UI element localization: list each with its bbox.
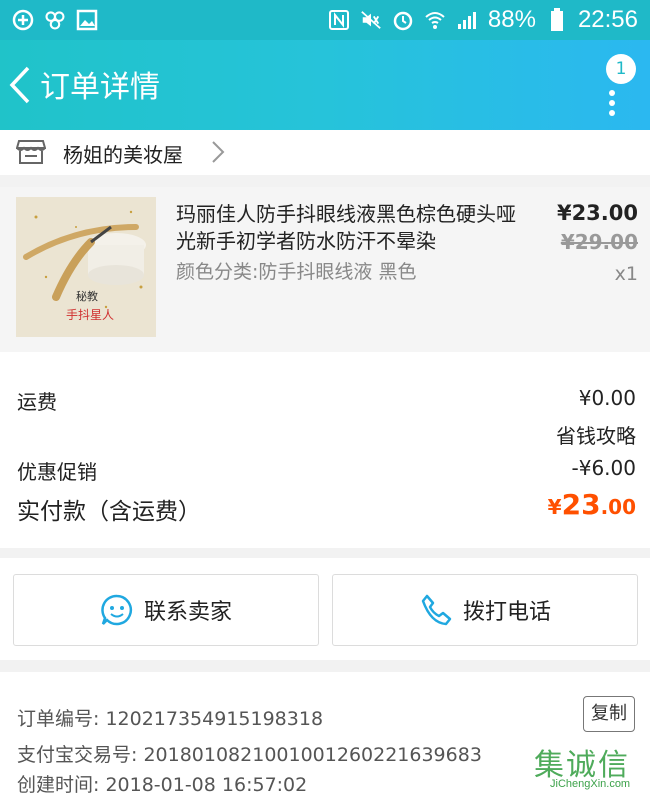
add-circle-icon: [12, 9, 34, 31]
nav-bar: 订单详情 1: [0, 40, 650, 130]
more-menu-button[interactable]: 1: [598, 54, 638, 120]
shop-icon: [15, 138, 47, 166]
more-vertical-icon: [609, 90, 615, 116]
nfc-icon: [328, 9, 350, 31]
product-image[interactable]: 秘教 手抖星人: [16, 197, 156, 337]
product-price: ¥23.00: [556, 201, 638, 225]
chevron-right-icon: [210, 139, 226, 165]
paid-amount: ¥23.00: [548, 488, 636, 521]
contact-seller-label: 联系卖家: [143, 600, 232, 625]
section-divider: [0, 548, 650, 558]
alipay-trade-number: 支付宝交易号: 2018010821001001260221639683: [17, 744, 482, 766]
shipping-value: ¥0.00: [578, 386, 636, 410]
wifi-icon: [424, 9, 446, 31]
paid-decimal: .00: [600, 495, 636, 519]
image-caption-2: 手抖星人: [66, 308, 114, 322]
shop-name: 杨姐的美妆屋: [63, 143, 183, 167]
promo-value: -¥6.00: [571, 456, 636, 480]
back-arrow-icon[interactable]: [6, 64, 38, 106]
created-time: 创建时间: 2018-01-08 16:57:02: [17, 774, 308, 796]
image-icon: [76, 9, 98, 31]
status-bar: 88% 22:56: [0, 0, 650, 40]
action-bar: 联系卖家 拨打电话: [0, 558, 650, 660]
order-info: 订单编号: 120217354915198318 复制 支付宝交易号: 2018…: [0, 672, 650, 796]
product-original-price: ¥29.00: [560, 230, 638, 254]
shop-row[interactable]: 杨姐的美妆屋: [0, 130, 650, 175]
promo-label: 优惠促销: [17, 460, 97, 484]
watermark-logo: 集诚信 JiChengXin.com: [534, 740, 650, 792]
section-divider: [0, 175, 650, 187]
paid-integer: 23: [561, 488, 601, 521]
status-bar-right: 88% 22:56: [328, 6, 638, 34]
page-title: 订单详情: [40, 70, 160, 105]
call-phone-button[interactable]: 拨打电话: [332, 574, 638, 646]
savings-tips-link[interactable]: 省钱攻略: [556, 420, 636, 449]
alarm-icon: [392, 9, 414, 31]
phone-icon: [421, 594, 452, 626]
product-quantity: x1: [614, 263, 638, 285]
mute-icon: [360, 9, 382, 31]
call-phone-label: 拨打电话: [462, 600, 551, 625]
app-notification-icon: [44, 9, 66, 31]
product-spec: 颜色分类:防手抖眼线液 黑色: [176, 261, 417, 283]
watermark-url: JiChengXin.com: [550, 778, 631, 790]
shipping-label: 运费: [17, 390, 57, 414]
battery-percent: 88%: [487, 6, 536, 33]
contact-seller-button[interactable]: 联系卖家: [13, 574, 319, 646]
chat-face-icon: [101, 594, 133, 626]
paid-currency: ¥: [547, 495, 562, 519]
section-divider: [0, 660, 650, 672]
battery-icon: [546, 8, 568, 31]
product-item[interactable]: 秘教 手抖星人 玛丽佳人防手抖眼线液黑色棕色硬头哑光新手初学者防水防汗不晕染 颜…: [0, 187, 650, 352]
signal-icon: [456, 9, 478, 31]
copy-button[interactable]: 复制: [583, 696, 635, 732]
fee-summary: 运费 ¥0.00 省钱攻略 优惠促销 -¥6.00 实付款（含运费） ¥23.0…: [0, 352, 650, 548]
status-bar-left: [12, 9, 98, 31]
image-caption-1: 秘教: [76, 289, 98, 303]
product-title: 玛丽佳人防手抖眼线液黑色棕色硬头哑光新手初学者防水防汗不晕染: [176, 202, 516, 253]
notification-badge: 1: [606, 54, 636, 84]
order-number: 订单编号: 120217354915198318: [17, 708, 324, 730]
paid-label: 实付款（含运费）: [17, 499, 201, 525]
clock: 22:56: [577, 6, 638, 33]
